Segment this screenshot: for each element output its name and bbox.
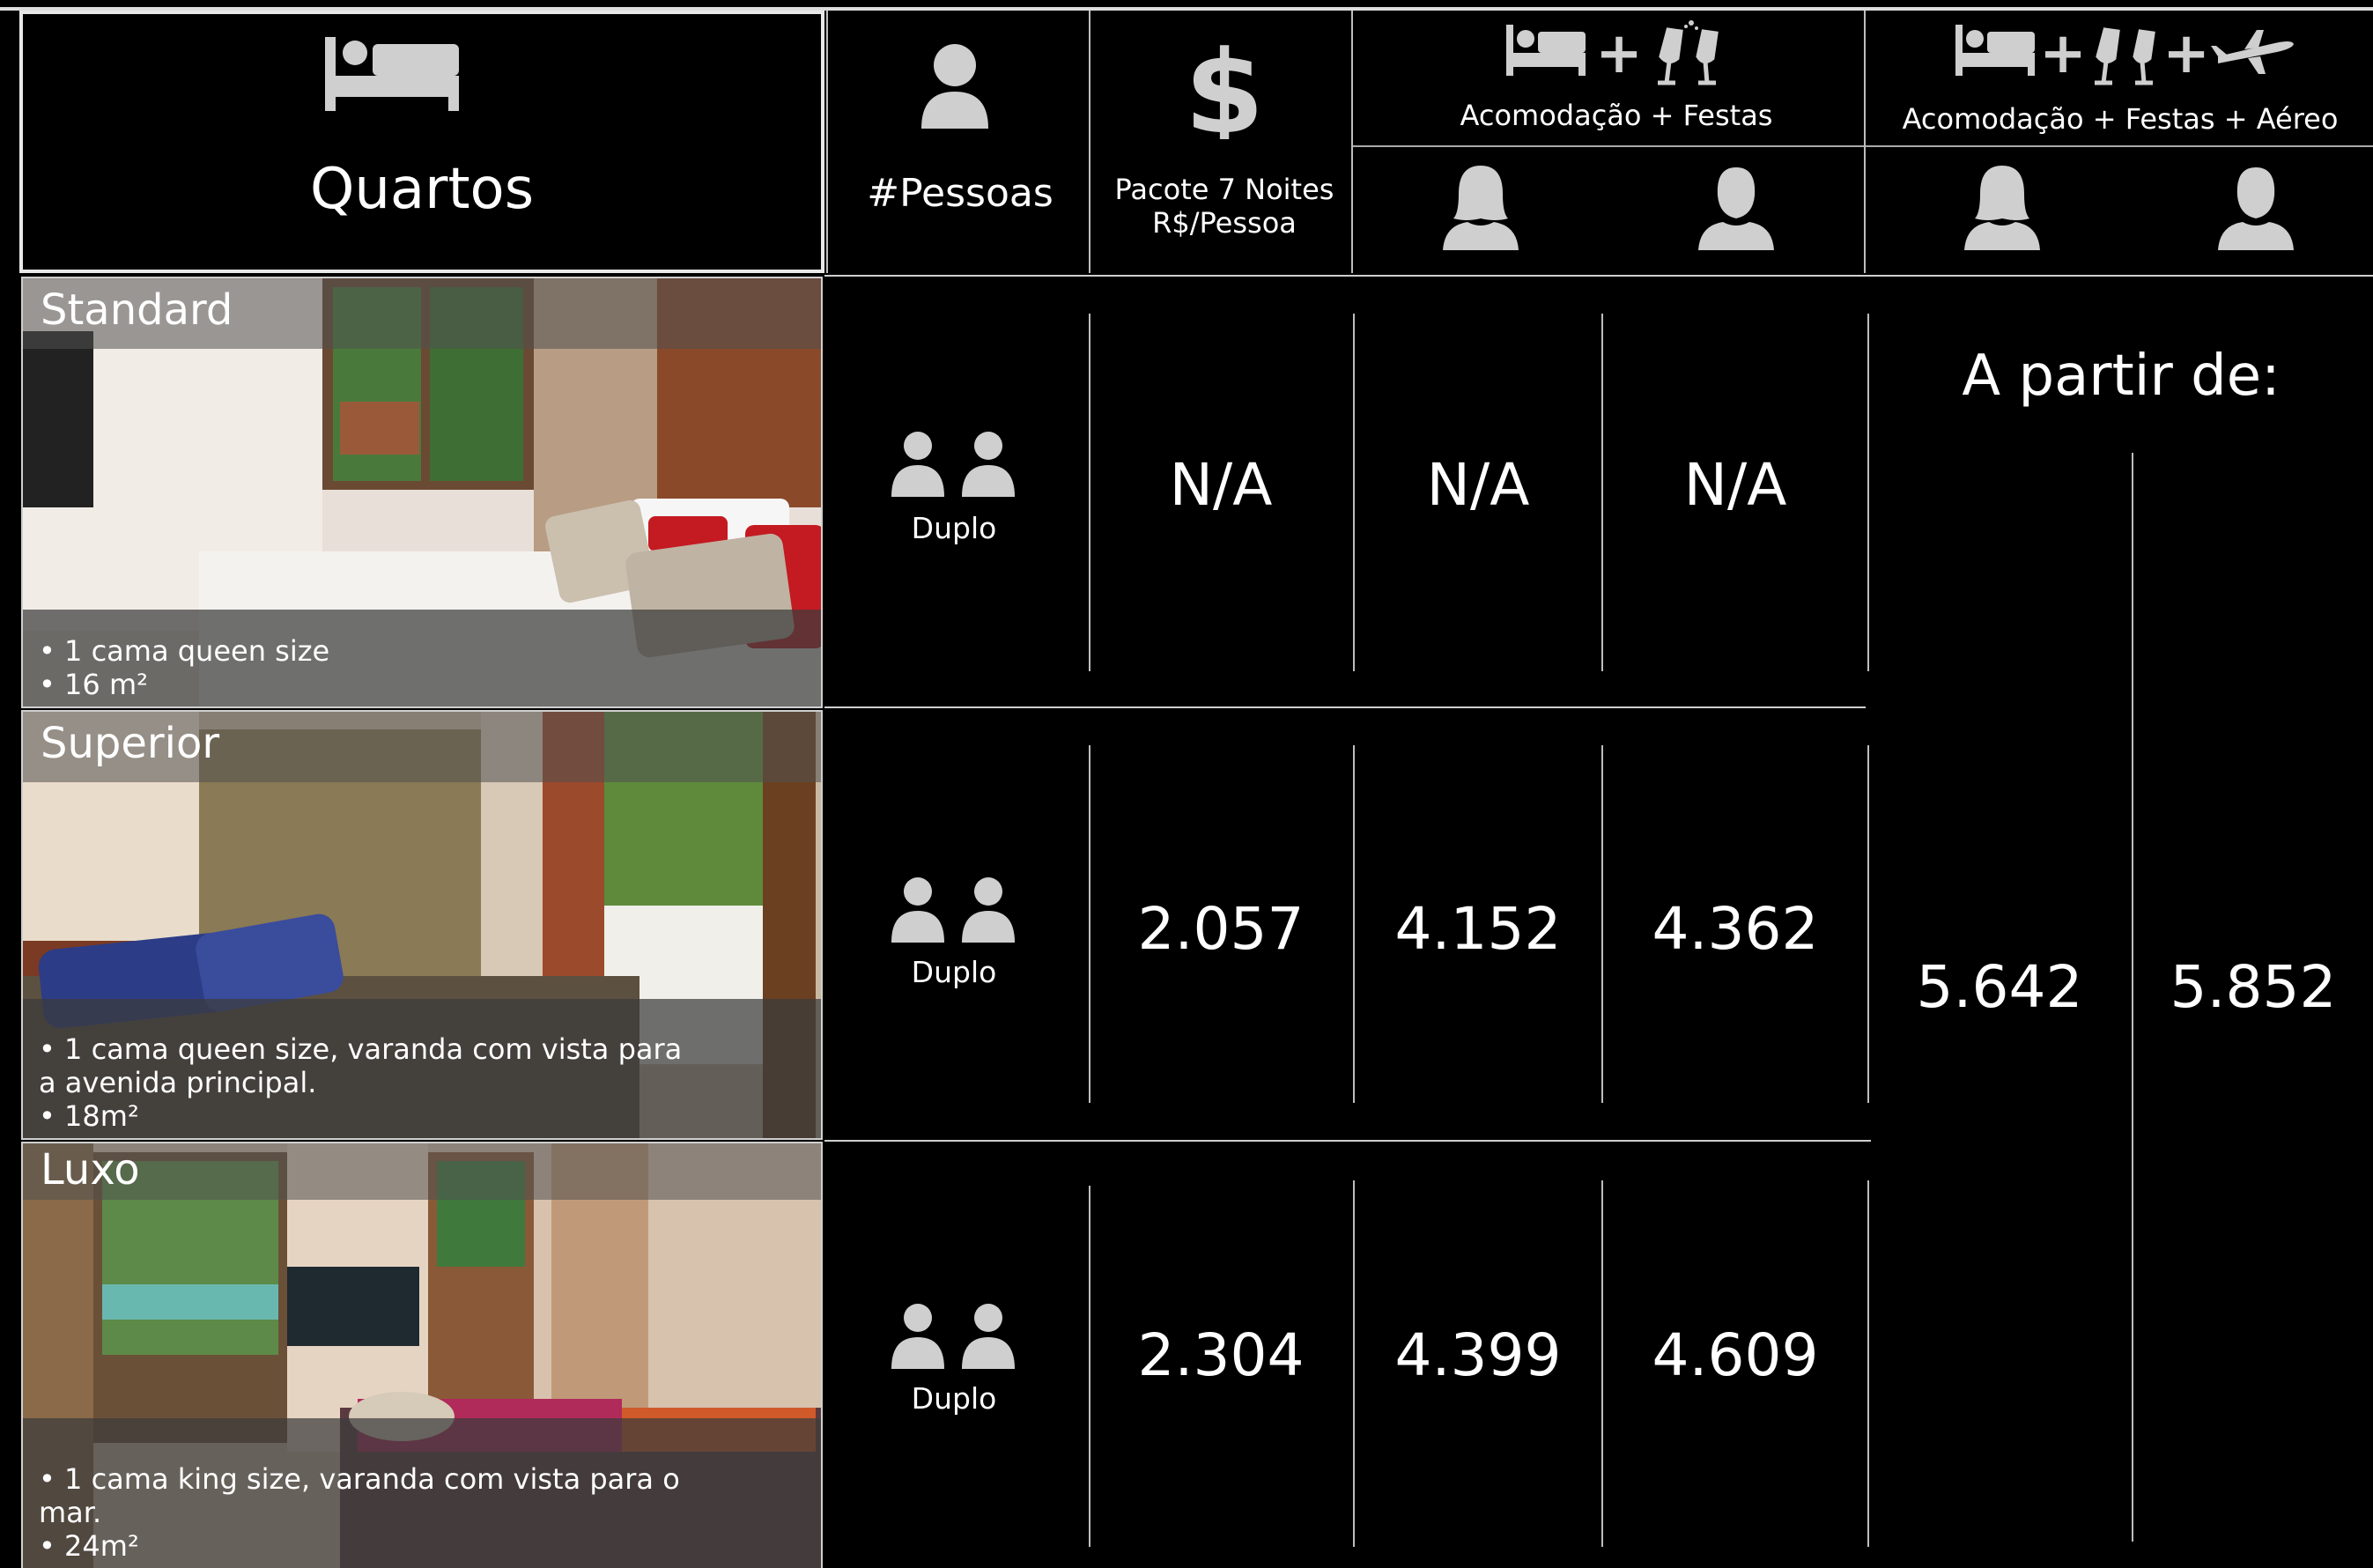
room-name: Superior [41, 719, 220, 768]
aereo-female-price: 5.642 [1916, 953, 2083, 1021]
airplane-icon [2211, 30, 2294, 74]
group1-header-label: Acomodação + Festas [1460, 99, 1773, 132]
room-description: • 1 cama queen size, varanda com vista p… [39, 1032, 689, 1138]
room-description: • 1 cama king size, varanda com vista pa… [39, 1462, 689, 1568]
group1-divider [1353, 145, 1864, 147]
room-desc-line: • 1 cama queen size [39, 634, 330, 668]
champagne-icon [1658, 20, 1719, 85]
festas-male-price: 4.362 [1652, 895, 1819, 963]
svg-text:$: $ [1185, 33, 1264, 139]
room-card-luxo: Luxo • 1 cama king size, varanda com vis… [21, 1142, 823, 1568]
package-price: N/A [1169, 451, 1273, 519]
package-price: 2.304 [1137, 1321, 1305, 1389]
aereo-from-label: A partir de: [1962, 344, 2281, 409]
room-desc-line: • 24m² [39, 1529, 139, 1563]
dollar-icon: $ [1185, 33, 1264, 139]
bed-icon [322, 33, 462, 115]
male-icon [1697, 164, 1776, 252]
room-name: Standard [41, 285, 233, 335]
bed-icon [1506, 25, 1586, 76]
group2-divider [1866, 145, 2373, 147]
bed-icon [1955, 25, 2035, 76]
rooms-header-label: Quartos [309, 157, 535, 222]
festas-female-price: 4.399 [1394, 1321, 1562, 1389]
room-desc-line: • 18m² [39, 1099, 139, 1133]
people-header-label: #Pessoas [867, 171, 1053, 216]
festas-female-price: 4.152 [1394, 895, 1562, 963]
people-type: Duplo [911, 1381, 997, 1416]
group2-header-label: Acomodação + Festas + Aéreo [1902, 102, 2339, 136]
festas-male-price: 4.609 [1652, 1321, 1819, 1389]
room-desc-line: • 16 m² [39, 668, 148, 701]
couple-icon [890, 876, 1018, 944]
female-icon [1963, 164, 2042, 252]
champagne-icon [2095, 27, 2155, 85]
svg-text:+: + [2039, 21, 2087, 86]
person-icon [920, 42, 990, 130]
festas-male-price: N/A [1683, 451, 1787, 519]
room-name: Luxo [41, 1145, 140, 1194]
room-card-standard: Standard • 1 cama queen size • 16 m² [21, 277, 823, 708]
aereo-male-price: 5.852 [2170, 953, 2337, 1021]
male-icon [2216, 164, 2295, 252]
people-type: Duplo [911, 955, 997, 989]
female-icon [1441, 164, 1520, 252]
room-desc-line: • 1 cama queen size, varanda com vista p… [39, 1032, 683, 1099]
package-header-line2: R$/Pessoa [1152, 206, 1297, 240]
group2-icons: + + [1954, 18, 2297, 88]
room-card-superior: Superior • 1 cama queen size, varanda co… [21, 710, 823, 1140]
festas-female-price: N/A [1426, 451, 1530, 519]
room-description: • 1 cama queen size • 16 m² [39, 634, 689, 706]
people-type: Duplo [911, 511, 997, 545]
room-desc-line: • 1 cama king size, varanda com vista pa… [39, 1462, 680, 1529]
couple-icon [890, 430, 1018, 499]
group1-icons: + [1504, 18, 1734, 88]
svg-text:+: + [2162, 21, 2210, 86]
couple-icon [890, 1302, 1018, 1371]
package-header-line1: Pacote 7 Noites [1114, 173, 1334, 206]
package-price: 2.057 [1137, 895, 1305, 963]
svg-text:+: + [1595, 21, 1643, 86]
